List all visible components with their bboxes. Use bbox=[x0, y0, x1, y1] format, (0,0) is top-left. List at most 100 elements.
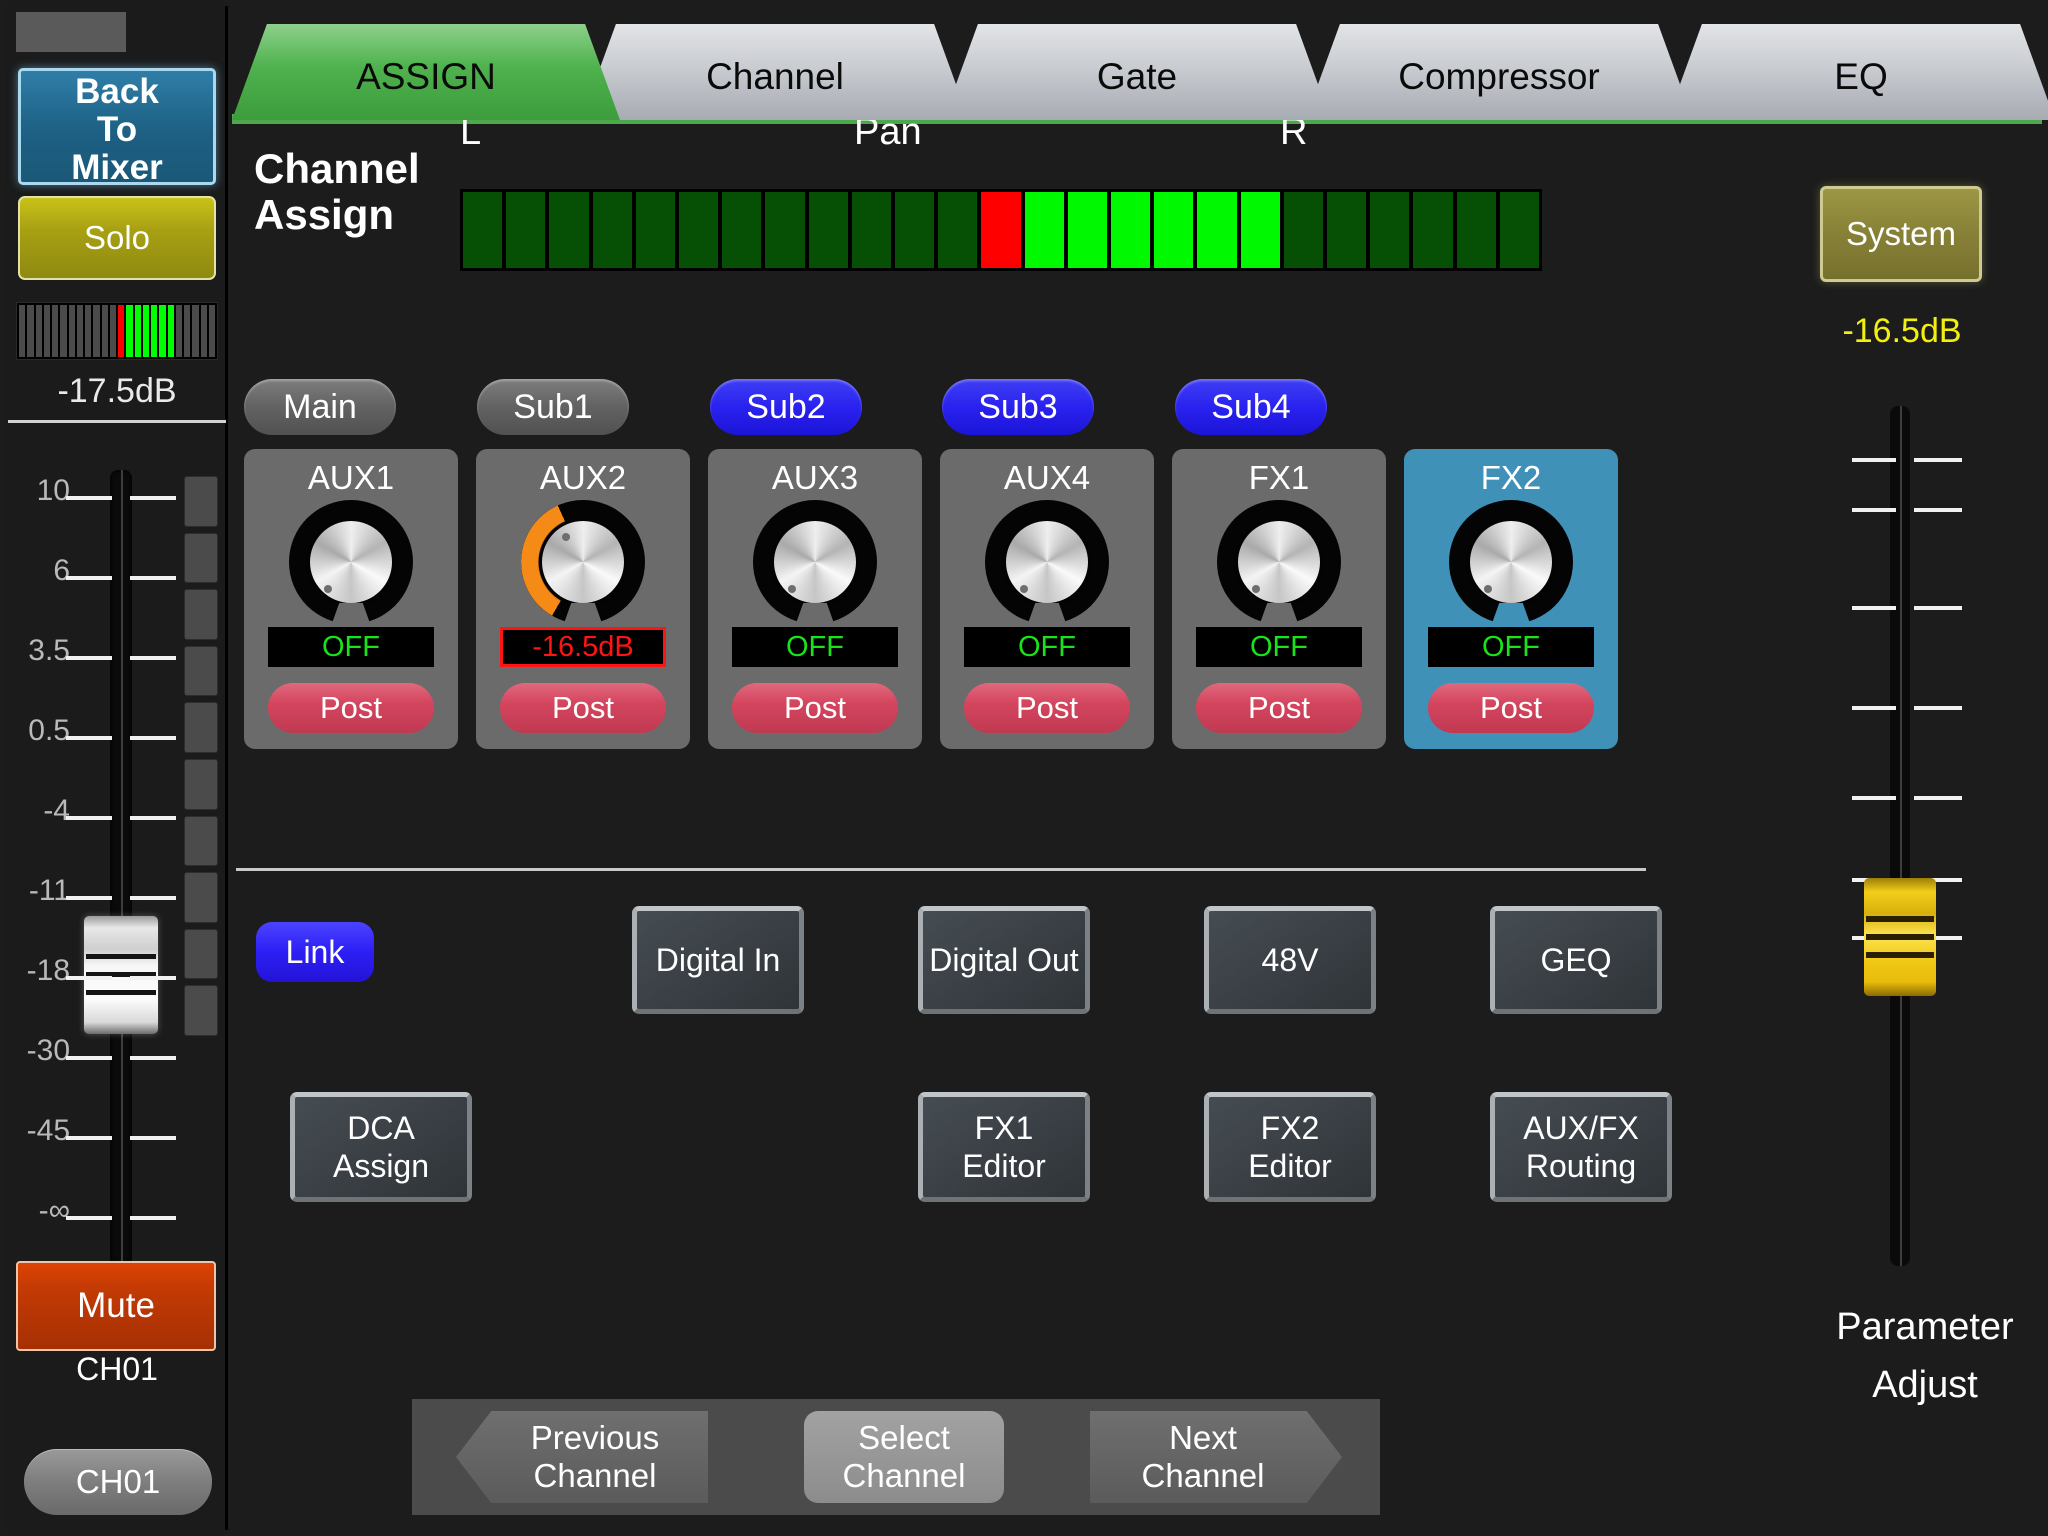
tab-eq[interactable]: EQ bbox=[1667, 24, 2048, 120]
pan-segment[interactable] bbox=[808, 192, 848, 268]
bus-button-sub4[interactable]: Sub4 bbox=[1175, 379, 1327, 435]
previous-channel-button[interactable]: Previous Channel bbox=[456, 1411, 708, 1503]
tab-assign[interactable]: ASSIGN bbox=[232, 24, 620, 120]
tab-compressor[interactable]: Compressor bbox=[1305, 24, 1693, 120]
fx1-editor-line2: Editor bbox=[962, 1148, 1046, 1184]
send-panel-title: AUX3 bbox=[771, 459, 859, 496]
select-channel-button[interactable]: Select Channel bbox=[804, 1411, 1004, 1503]
pan-segment[interactable] bbox=[722, 192, 762, 268]
parameter-adjust-tick bbox=[1852, 796, 1962, 800]
fader-handle[interactable] bbox=[84, 916, 158, 1034]
fx2-editor-button[interactable]: FX2 Editor bbox=[1204, 1092, 1376, 1202]
digital-in-button[interactable]: Digital In bbox=[632, 906, 804, 1014]
send-mode-button[interactable]: Post bbox=[1428, 683, 1594, 733]
next-channel-button[interactable]: Next Channel bbox=[1090, 1411, 1342, 1503]
pan-segment[interactable] bbox=[592, 192, 632, 268]
link-button[interactable]: Link bbox=[256, 922, 374, 982]
pan-segment[interactable] bbox=[1283, 192, 1324, 268]
knob-indicator-dot bbox=[1484, 585, 1492, 593]
tab-channel[interactable]: Channel bbox=[581, 24, 969, 120]
knob-cap bbox=[1470, 521, 1552, 603]
send-level-knob[interactable] bbox=[992, 507, 1102, 629]
send-panel-aux1[interactable]: AUX1 OFF Post bbox=[244, 449, 458, 749]
send-mode-label: Post bbox=[551, 690, 615, 725]
pan-segment[interactable] bbox=[463, 192, 503, 268]
pan-segment[interactable] bbox=[981, 192, 1021, 268]
pan-meter[interactable] bbox=[460, 189, 1542, 271]
knob-indicator-dot bbox=[1020, 585, 1028, 593]
pan-segment[interactable] bbox=[1370, 192, 1410, 268]
system-button[interactable]: System bbox=[1820, 186, 1982, 282]
knob-cap bbox=[310, 521, 392, 603]
bus-button-sub2[interactable]: Sub2 bbox=[710, 379, 862, 435]
pan-segment[interactable] bbox=[851, 192, 892, 268]
send-mode-button[interactable]: Post bbox=[268, 683, 434, 733]
send-panel-aux2[interactable]: AUX2 -16.5dB Post bbox=[476, 449, 690, 749]
send-level-knob[interactable] bbox=[760, 507, 870, 629]
tab-gate[interactable]: Gate bbox=[943, 24, 1331, 120]
mute-button[interactable]: Mute bbox=[16, 1261, 216, 1351]
channel-select-button[interactable]: CH01 bbox=[24, 1449, 212, 1515]
dca-assign-button[interactable]: DCA Assign bbox=[290, 1092, 472, 1202]
send-panel-fx2[interactable]: FX2 OFF Post bbox=[1404, 449, 1618, 749]
send-level-knob[interactable] bbox=[521, 500, 645, 629]
fx1-editor-button[interactable]: FX1 Editor bbox=[918, 1092, 1090, 1202]
send-level-knob[interactable] bbox=[1456, 507, 1566, 629]
pan-segment[interactable] bbox=[1456, 192, 1496, 268]
solo-button[interactable]: Solo bbox=[18, 196, 216, 280]
pan-segment[interactable] bbox=[1197, 192, 1237, 268]
aux-fx-routing-line2: Routing bbox=[1525, 1148, 1637, 1184]
digital-out-button[interactable]: Digital Out bbox=[918, 906, 1090, 1014]
pan-segment[interactable] bbox=[506, 192, 546, 268]
bus-button-sub1[interactable]: Sub1 bbox=[477, 379, 629, 435]
send-mode-label: Post bbox=[1247, 690, 1311, 725]
back-to-mixer-button[interactable]: Back To Mixer bbox=[18, 68, 216, 187]
pan-segment[interactable] bbox=[765, 192, 805, 268]
geq-button[interactable]: GEQ bbox=[1490, 906, 1662, 1014]
fader-scale-label: 10 bbox=[36, 474, 70, 507]
channel-fader[interactable]: 10 6 3.5 0.5 -4 -11 -18 -30 -45 -∞ bbox=[6, 426, 228, 1274]
pan-segment[interactable] bbox=[549, 192, 589, 268]
pan-segment[interactable] bbox=[1240, 192, 1280, 268]
send-panel-aux4[interactable]: AUX4 OFF Post bbox=[940, 449, 1154, 749]
bus-button-sub3[interactable]: Sub3 bbox=[942, 379, 1094, 435]
pan-segment[interactable] bbox=[1499, 192, 1540, 268]
fader-scale-label: -18 bbox=[26, 954, 70, 987]
send-mode-button[interactable]: Post bbox=[500, 683, 666, 733]
send-level-knob[interactable] bbox=[1224, 507, 1334, 629]
bus-button-label: Sub1 bbox=[513, 387, 593, 426]
fader-scale-tick: -11 bbox=[6, 874, 228, 907]
send-mode-button[interactable]: Post bbox=[1196, 683, 1362, 733]
bus-button-main[interactable]: Main bbox=[244, 379, 396, 435]
send-mode-button[interactable]: Post bbox=[964, 683, 1130, 733]
pan-segment[interactable] bbox=[679, 192, 719, 268]
aux-fx-routing-button[interactable]: AUX/FX Routing bbox=[1490, 1092, 1672, 1202]
send-mode-button[interactable]: Post bbox=[732, 683, 898, 733]
fader-led bbox=[184, 815, 218, 867]
pan-segment[interactable] bbox=[635, 192, 676, 268]
knob-notch bbox=[794, 603, 836, 629]
pan-segment[interactable] bbox=[1154, 192, 1194, 268]
solo-label: Solo bbox=[83, 219, 151, 256]
pan-segment[interactable] bbox=[1111, 192, 1151, 268]
fader-track[interactable] bbox=[110, 470, 132, 1274]
pan-segment[interactable] bbox=[1067, 192, 1108, 268]
previous-channel-line1: Previous bbox=[530, 1419, 660, 1456]
meter-segment bbox=[208, 305, 215, 357]
mixer-screen: Back To Mixer Solo -17.5dB 10 6 3.5 0.5 … bbox=[0, 0, 2048, 1536]
send-value-display: OFF bbox=[732, 627, 898, 667]
meter-segment bbox=[85, 305, 92, 357]
channel-assign-title-line2: Assign bbox=[254, 191, 395, 238]
phantom-48v-button[interactable]: 48V bbox=[1204, 906, 1376, 1014]
parameter-adjust-handle[interactable] bbox=[1864, 878, 1936, 996]
send-panel-fx1[interactable]: FX1 OFF Post bbox=[1172, 449, 1386, 749]
pan-segment[interactable] bbox=[1413, 192, 1453, 268]
send-level-knob[interactable] bbox=[296, 507, 406, 629]
parameter-adjust-track[interactable] bbox=[1890, 406, 1910, 1266]
pan-segment[interactable] bbox=[938, 192, 978, 268]
send-panel-aux3[interactable]: AUX3 OFF Post bbox=[708, 449, 922, 749]
pan-segment[interactable] bbox=[1327, 192, 1367, 268]
send-value-display: -16.5dB bbox=[500, 627, 666, 667]
pan-segment[interactable] bbox=[895, 192, 935, 268]
pan-segment[interactable] bbox=[1024, 192, 1064, 268]
